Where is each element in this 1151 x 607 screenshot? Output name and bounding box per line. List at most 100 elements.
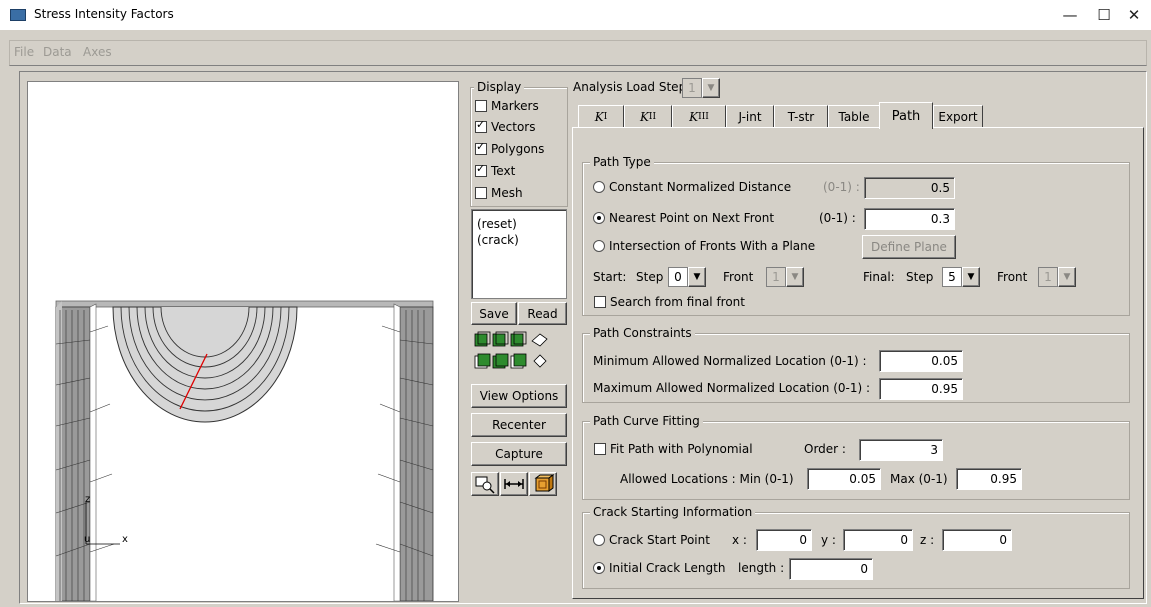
zoom-tool-button[interactable] bbox=[471, 472, 499, 496]
checkbox-icon bbox=[594, 443, 606, 455]
title-bar: Stress Intensity Factors — ☐ ✕ bbox=[0, 0, 1151, 30]
view-options-button[interactable]: View Options bbox=[471, 384, 567, 408]
tab-export[interactable]: Export bbox=[933, 105, 983, 128]
capture-button[interactable]: Capture bbox=[471, 442, 567, 466]
load-step-select[interactable]: 1 ▼ bbox=[682, 78, 720, 98]
allowed-locations-label: Allowed Locations : Min (0-1) bbox=[620, 472, 794, 486]
crack-model-drawing bbox=[55, 300, 434, 601]
model-viewport[interactable]: z u x bbox=[27, 81, 459, 602]
start-front-select[interactable]: 1 ▼ bbox=[766, 267, 804, 287]
tab-table[interactable]: Table bbox=[828, 105, 880, 128]
menu-data[interactable]: Data bbox=[43, 45, 72, 59]
crack-y-field[interactable]: 0 bbox=[843, 529, 913, 551]
start-front-value: 1 bbox=[766, 267, 786, 287]
tab-k1[interactable]: KI bbox=[578, 105, 624, 128]
final-step-select[interactable]: 5 ▼ bbox=[942, 267, 980, 287]
mesh-check-icon bbox=[475, 187, 487, 199]
markers-check-icon bbox=[475, 100, 487, 112]
min-location-label: Minimum Allowed Normalized Location (0-1… bbox=[593, 354, 867, 368]
vectors-checkbox[interactable]: Vectors bbox=[475, 118, 536, 134]
chevron-down-icon: ▼ bbox=[962, 267, 980, 287]
y-label: y : bbox=[821, 533, 836, 547]
markers-checkbox[interactable]: Markers bbox=[475, 99, 539, 113]
view-item-reset[interactable]: (reset) bbox=[477, 216, 566, 232]
view-item-crack[interactable]: (crack) bbox=[477, 232, 566, 248]
start-front-label: Front bbox=[723, 270, 754, 284]
start-label: Start: bbox=[593, 270, 627, 284]
max-location-field[interactable]: 0.95 bbox=[879, 378, 963, 400]
tab-k2[interactable]: K II bbox=[624, 105, 672, 128]
tab-path[interactable]: Path bbox=[879, 102, 933, 129]
radio-icon bbox=[593, 181, 605, 193]
crack-z-field[interactable]: 0 bbox=[942, 529, 1012, 551]
start-step-select[interactable]: 0 ▼ bbox=[668, 267, 706, 287]
curve-fitting-title: Path Curve Fitting bbox=[590, 414, 703, 428]
crack-start-point-radio[interactable]: Crack Start Point bbox=[593, 533, 710, 547]
fit-min-field[interactable]: 0.05 bbox=[807, 468, 881, 490]
save-button[interactable]: Save bbox=[471, 302, 517, 325]
menu-file[interactable]: File bbox=[14, 45, 34, 59]
chevron-down-icon: ▼ bbox=[1058, 267, 1076, 287]
maximize-button[interactable]: ☐ bbox=[1087, 3, 1121, 27]
initial-crack-length-radio[interactable]: Initial Crack Length bbox=[593, 561, 725, 575]
order-field[interactable]: 3 bbox=[859, 439, 943, 461]
minimize-button[interactable]: — bbox=[1053, 3, 1087, 27]
crack-x-field[interactable]: 0 bbox=[756, 529, 812, 551]
close-button[interactable]: ✕ bbox=[1117, 3, 1151, 27]
min-location-field[interactable]: 0.05 bbox=[879, 350, 963, 372]
final-front-value: 1 bbox=[1038, 267, 1058, 287]
x-label: x : bbox=[732, 533, 747, 547]
tab-t-str[interactable]: T-str bbox=[774, 105, 828, 128]
constant-distance-radio[interactable]: Constant Normalized Distance bbox=[593, 180, 791, 194]
polygons-check-icon bbox=[475, 140, 487, 155]
final-label: Final: bbox=[863, 270, 895, 284]
axis-u-label: u bbox=[84, 534, 91, 545]
tab-j-int[interactable]: J-int bbox=[726, 105, 774, 128]
final-step-value: 5 bbox=[942, 267, 962, 287]
radio-selected-icon bbox=[593, 212, 605, 224]
horizontal-arrows-icon bbox=[504, 479, 524, 489]
tab-k3[interactable]: K III bbox=[672, 105, 726, 128]
radio-icon bbox=[593, 534, 605, 546]
axis-z-label: z bbox=[85, 494, 91, 505]
checkbox-icon bbox=[594, 296, 606, 308]
radio-icon bbox=[593, 240, 605, 252]
menu-bar: File Data Axes bbox=[9, 40, 1147, 66]
path-constraints-title: Path Constraints bbox=[590, 326, 695, 340]
text-checkbox[interactable]: Text bbox=[475, 162, 515, 178]
nearest-point-field[interactable]: 0.3 bbox=[864, 208, 955, 230]
fit-max-field[interactable]: 0.95 bbox=[956, 468, 1022, 490]
define-plane-button[interactable]: Define Plane bbox=[862, 235, 956, 259]
fit-polynomial-checkbox[interactable]: Fit Path with Polynomial bbox=[594, 442, 753, 456]
cube-icon bbox=[534, 474, 555, 492]
pan-tool-button[interactable] bbox=[500, 472, 528, 496]
text-check-icon bbox=[475, 162, 487, 177]
chevron-down-icon: ▼ bbox=[702, 78, 720, 98]
nearest-point-radio[interactable]: Nearest Point on Next Front bbox=[593, 211, 774, 225]
magnifier-icon bbox=[475, 476, 495, 494]
load-step-value: 1 bbox=[682, 78, 702, 98]
mesh-checkbox[interactable]: Mesh bbox=[475, 186, 523, 200]
final-front-select[interactable]: 1 ▼ bbox=[1038, 267, 1076, 287]
display-group-title: Display bbox=[474, 80, 525, 94]
read-button[interactable]: Read bbox=[518, 302, 567, 325]
final-step-label: Step bbox=[906, 270, 934, 284]
search-final-front-checkbox[interactable]: Search from final front bbox=[594, 295, 745, 309]
axis-x-label: x bbox=[122, 534, 128, 545]
views-list[interactable]: (reset) (crack) bbox=[471, 209, 567, 299]
load-step-label: Analysis Load Step bbox=[573, 80, 687, 94]
vectors-check-icon bbox=[475, 118, 487, 133]
recenter-button[interactable]: Recenter bbox=[471, 413, 567, 437]
length-label: length : bbox=[738, 561, 785, 575]
crack-length-field[interactable]: 0 bbox=[789, 558, 873, 580]
menu-axes[interactable]: Axes bbox=[83, 45, 112, 59]
constant-range-label: (0-1) : bbox=[823, 180, 860, 194]
order-label: Order : bbox=[804, 442, 846, 456]
constant-distance-field[interactable]: 0.5 bbox=[864, 177, 955, 199]
fit-max-label: Max (0-1) bbox=[890, 472, 948, 486]
rotate-tool-button[interactable] bbox=[529, 472, 557, 496]
intersection-plane-radio[interactable]: Intersection of Fronts With a Plane bbox=[593, 239, 815, 253]
polygons-checkbox[interactable]: Polygons bbox=[475, 140, 544, 156]
view-orientation-icons bbox=[474, 331, 566, 373]
chevron-down-icon: ▼ bbox=[688, 267, 706, 287]
